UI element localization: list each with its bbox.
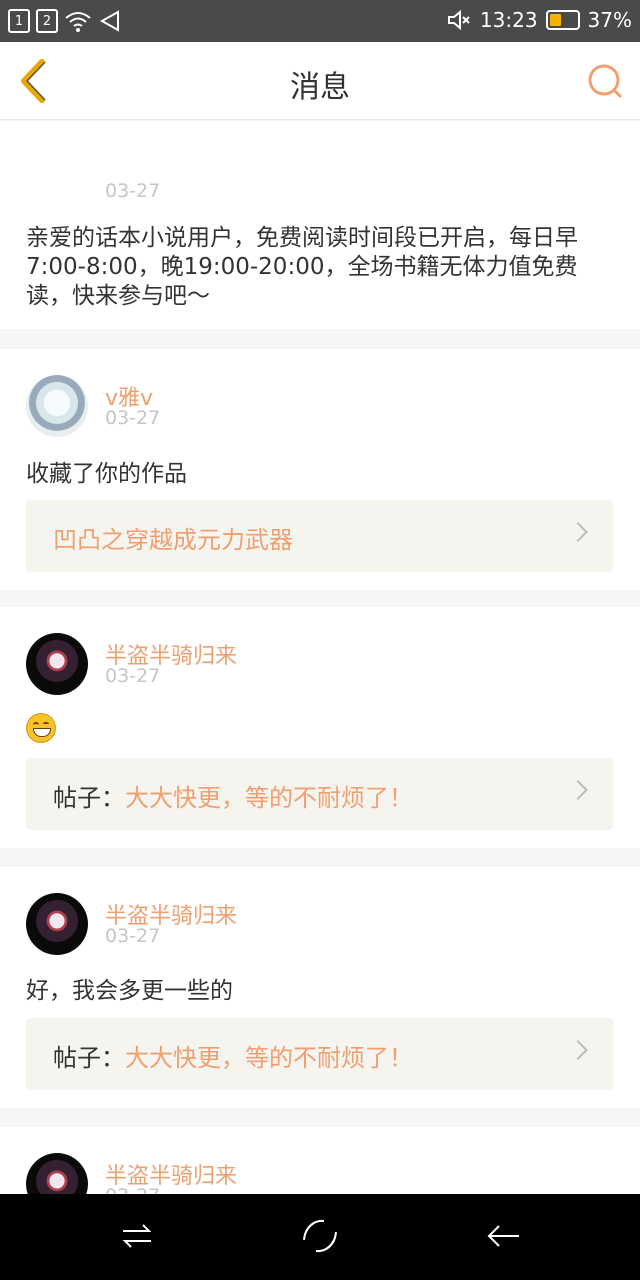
sim2-icon: 2 bbox=[36, 9, 58, 33]
message-item[interactable]: 半盗半骑归来 03-27 bbox=[0, 1127, 640, 1194]
avatar[interactable] bbox=[26, 893, 88, 955]
battery-percent: 37% bbox=[587, 8, 632, 32]
post-link-text: 帖子：大大快更，等的不耐烦了！ bbox=[53, 778, 413, 813]
post-link-text: 帖子：大大快更，等的不耐烦了！ bbox=[53, 1038, 413, 1073]
mute-icon bbox=[447, 9, 470, 31]
search-icon[interactable] bbox=[586, 62, 624, 100]
ref-prefix: 帖子： bbox=[53, 784, 125, 812]
system-message[interactable]: 03-27 亲爱的话本小说用户，免费阅读时间段已开启，每日早7:00-8:00，… bbox=[0, 121, 640, 329]
work-link-text: 凹凸之穿越成元力武器 bbox=[53, 520, 293, 555]
system-message-text: 亲爱的话本小说用户，免费阅读时间段已开启，每日早7:00-8:00，晚19:00… bbox=[26, 225, 578, 309]
message-date: 03-27 bbox=[105, 180, 161, 202]
message-date: 03-27 bbox=[105, 407, 161, 429]
app-header: 消息 bbox=[0, 42, 640, 120]
post-title: 大大快更，等的不耐烦了！ bbox=[125, 1044, 413, 1072]
message-text: 收藏了你的作品 bbox=[26, 461, 187, 487]
chevron-right-icon bbox=[568, 522, 588, 542]
work-link[interactable]: 凹凸之穿越成元力武器 bbox=[26, 500, 613, 572]
message-date: 03-27 bbox=[105, 1185, 160, 1194]
status-time: 13:23 bbox=[479, 8, 538, 32]
work-title: 凹凸之穿越成元力武器 bbox=[53, 526, 293, 554]
share-signal-icon bbox=[99, 10, 119, 32]
status-bar: 1 2 13:23 37% bbox=[0, 0, 640, 42]
message-list[interactable]: 03-27 亲爱的话本小说用户，免费阅读时间段已开启，每日早7:00-8:00，… bbox=[0, 121, 640, 1194]
post-link[interactable]: 帖子：大大快更，等的不耐烦了！ bbox=[26, 758, 613, 830]
message-text: 好，我会多更一些的 bbox=[26, 978, 233, 1004]
avatar[interactable] bbox=[26, 1153, 88, 1194]
post-title: 大大快更，等的不耐烦了！ bbox=[125, 784, 413, 812]
status-left: 1 2 bbox=[8, 9, 122, 33]
chevron-right-icon bbox=[568, 780, 588, 800]
grin-emoji-icon bbox=[26, 713, 56, 743]
post-link[interactable]: 帖子：大大快更，等的不耐烦了！ bbox=[26, 1018, 613, 1090]
battery-icon bbox=[545, 10, 580, 30]
sim1-icon: 1 bbox=[8, 9, 30, 33]
status-right: 13:23 37% bbox=[446, 8, 632, 32]
message-date: 03-27 bbox=[105, 925, 161, 947]
back-nav-icon[interactable] bbox=[483, 1216, 523, 1256]
ref-prefix: 帖子： bbox=[53, 1044, 125, 1072]
battery-level bbox=[549, 14, 561, 26]
home-icon[interactable] bbox=[300, 1216, 340, 1256]
system-nav-bar bbox=[0, 1194, 640, 1280]
avatar[interactable] bbox=[26, 633, 88, 695]
wifi-icon bbox=[65, 12, 91, 32]
message-date: 03-27 bbox=[105, 665, 161, 687]
chevron-right-icon bbox=[568, 1040, 588, 1060]
avatar[interactable] bbox=[26, 375, 88, 437]
message-item[interactable]: 半盗半骑归来 03-27 好，我会多更一些的 帖子：大大快更，等的不耐烦了！ bbox=[0, 867, 640, 1108]
message-item[interactable]: v雅v 03-27 收藏了你的作品 凹凸之穿越成元力武器 bbox=[0, 349, 640, 590]
page-title: 消息 bbox=[290, 70, 350, 105]
screen: 1 2 13:23 37% 消息 03-27 亲爱的话本小说用户，免费阅读时间段… bbox=[0, 0, 640, 1280]
message-item[interactable]: 半盗半骑归来 03-27 帖子：大大快更，等的不耐烦了！ bbox=[0, 607, 640, 848]
switch-apps-icon[interactable] bbox=[117, 1216, 157, 1256]
